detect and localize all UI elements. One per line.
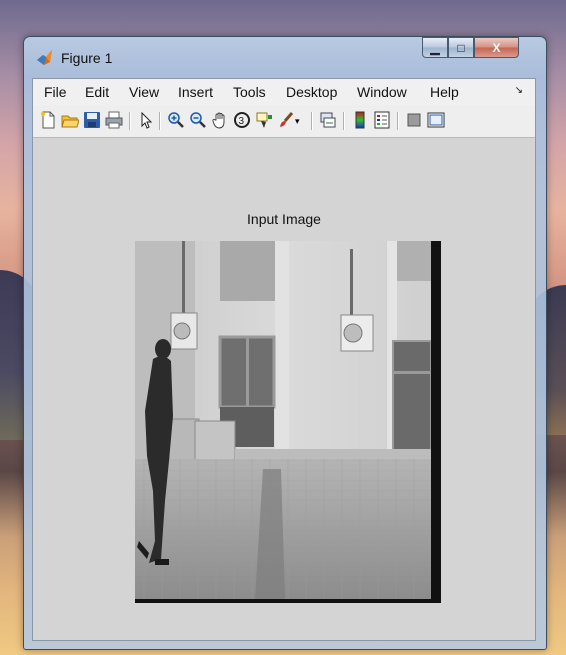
toolbar-separator xyxy=(311,112,313,130)
menu-bar: File Edit View Insert Tools Desktop Wind… xyxy=(33,79,535,106)
figure-toolbar: 3 ▾ xyxy=(33,105,535,138)
menu-file[interactable]: File xyxy=(44,84,67,100)
matlab-icon xyxy=(37,50,52,65)
toolbar-separator xyxy=(129,112,131,130)
print-icon[interactable] xyxy=(105,111,123,129)
menu-view[interactable]: View xyxy=(129,84,159,100)
show-plot-tools-icon[interactable] xyxy=(427,111,445,129)
select-arrow-icon[interactable] xyxy=(137,111,155,129)
data-cursor-icon[interactable] xyxy=(255,111,273,129)
toolbar-separator xyxy=(159,112,161,130)
menu-tools[interactable]: Tools xyxy=(233,84,266,100)
menu-edit[interactable]: Edit xyxy=(85,84,109,100)
image-axes xyxy=(135,241,441,603)
menu-help[interactable]: Help xyxy=(430,84,459,100)
maximize-icon: □ xyxy=(457,40,465,55)
figure-window: Figure 1 ▁ □ X File Edit View Insert Too… xyxy=(23,36,547,650)
minimize-icon: ▁ xyxy=(430,40,440,55)
input-image xyxy=(135,241,435,599)
pan-hand-icon[interactable] xyxy=(211,111,229,129)
menu-insert[interactable]: Insert xyxy=(178,84,213,100)
axes-title: Input Image xyxy=(247,211,321,227)
maximize-button[interactable]: □ xyxy=(448,37,474,58)
menu-overflow-icon[interactable]: ↘ xyxy=(515,85,523,96)
toolbar-separator xyxy=(343,112,345,130)
zoom-in-icon[interactable] xyxy=(167,111,185,129)
minimize-button[interactable]: ▁ xyxy=(422,37,448,58)
rotate-3d-icon[interactable]: 3 xyxy=(233,111,251,129)
new-figure-icon[interactable] xyxy=(39,111,57,129)
menu-desktop[interactable]: Desktop xyxy=(286,84,337,100)
zoom-out-icon[interactable] xyxy=(189,111,207,129)
menu-window[interactable]: Window xyxy=(357,84,407,100)
save-icon[interactable] xyxy=(83,111,101,129)
window-title: Figure 1 xyxy=(61,50,113,66)
brush-icon[interactable] xyxy=(277,111,295,129)
hide-plot-tools-icon[interactable] xyxy=(405,111,423,129)
link-plot-icon[interactable] xyxy=(319,111,337,129)
insert-legend-icon[interactable] xyxy=(373,111,391,129)
title-bar[interactable]: Figure 1 ▁ □ X xyxy=(24,37,546,77)
svg-text:3: 3 xyxy=(239,116,245,127)
figure-client-area: File Edit View Insert Tools Desktop Wind… xyxy=(32,78,536,641)
close-button[interactable]: X xyxy=(474,37,519,58)
insert-colorbar-icon[interactable] xyxy=(351,111,369,129)
open-file-icon[interactable] xyxy=(61,111,79,129)
toolbar-separator xyxy=(397,112,399,130)
close-icon: X xyxy=(492,40,501,55)
